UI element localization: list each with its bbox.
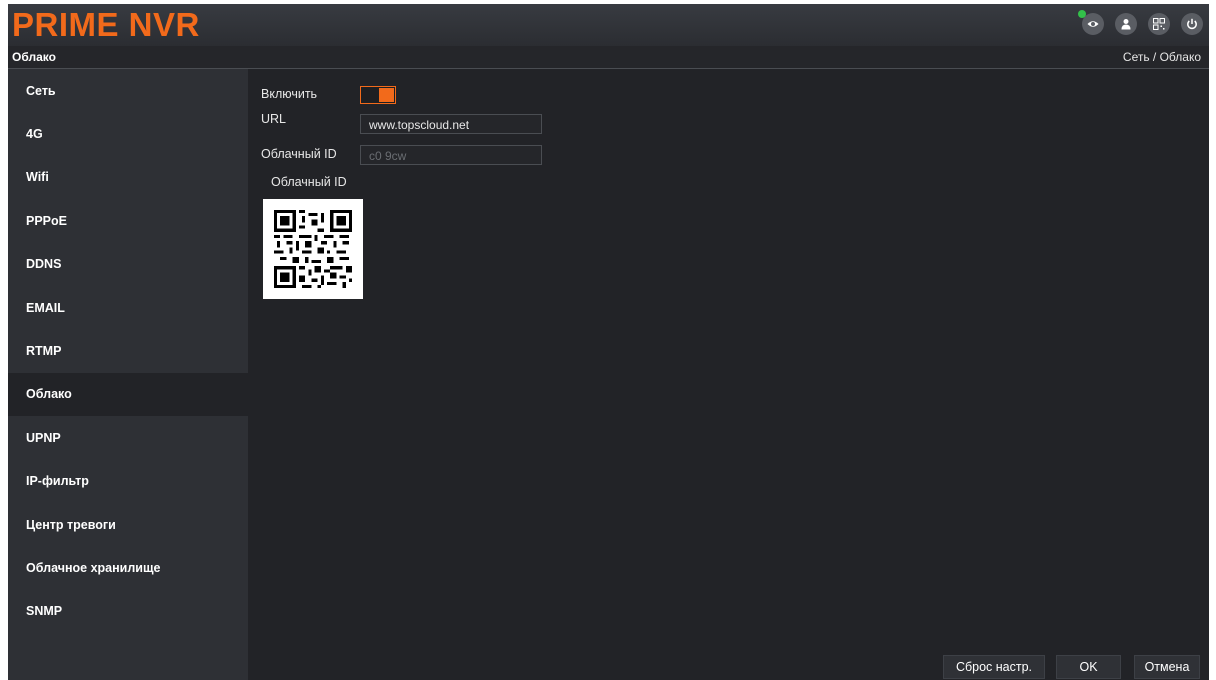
sidebar-item-label: DDNS [26, 257, 62, 272]
sidebar-item-cloud[interactable]: Облако [8, 372, 248, 417]
cloud-id-label: Облачный ID [261, 147, 337, 161]
cloud-id-qr-code [263, 199, 363, 299]
user-icon [1121, 19, 1131, 30]
sidebar-item-upnp[interactable]: UPNP [8, 416, 248, 459]
sidebar-item-label: EMAIL [26, 300, 65, 315]
eye-icon [1087, 21, 1099, 27]
top-bar: PRIME NVR [8, 4, 1209, 46]
sidebar-item-label: Центр тревоги [26, 517, 116, 532]
qr-code-icon [274, 210, 352, 288]
sidebar-item-label: Сеть [26, 83, 56, 98]
qr-icon [1153, 18, 1165, 30]
sidebar-item-label: Wifi [26, 170, 49, 185]
qr-button[interactable] [1148, 13, 1170, 35]
live-view-button[interactable] [1078, 10, 1104, 35]
sidebar-item-wifi[interactable]: Wifi [8, 156, 248, 199]
power-button[interactable] [1181, 13, 1203, 35]
sidebar-item-label: UPNP [26, 430, 61, 445]
sidebar-item-cloud-storage[interactable]: Облачное хранилище [8, 546, 248, 589]
sidebar-item-label: 4G [26, 127, 43, 142]
sidebar-item-label: RTMP [26, 344, 62, 359]
sidebar-item-ddns[interactable]: DDNS [8, 243, 248, 286]
url-field[interactable]: www.topscloud.net [360, 114, 542, 134]
toggle-knob [379, 88, 394, 102]
sidebar-item-pppoe[interactable]: PPPoE [8, 199, 248, 242]
url-label: URL [261, 112, 287, 126]
header-icons [1078, 10, 1203, 35]
breadcrumb: Сеть / Облако [1122, 50, 1201, 64]
sidebar-item-label: IP-фильтр [26, 474, 89, 489]
enable-toggle[interactable] [360, 86, 396, 104]
sidebar-item-ip-filter[interactable]: IP-фильтр [8, 460, 248, 503]
reset-button[interactable]: Сброс настр. [943, 655, 1045, 679]
sidebar-item-4g[interactable]: 4G [8, 112, 248, 155]
qr-title: Облачный ID [271, 175, 347, 189]
sidebar: Сеть 4G Wifi PPPoE DDNS EMAIL RTMP Облак… [8, 69, 248, 680]
sidebar-item-alarm-center[interactable]: Центр тревоги [8, 503, 248, 546]
user-button[interactable] [1115, 13, 1137, 35]
online-status-dot [1078, 10, 1086, 18]
sidebar-item-label: Облачное хранилище [26, 560, 161, 575]
sidebar-item-label: PPPoE [26, 213, 67, 228]
ok-button[interactable]: OK [1056, 655, 1121, 679]
sidebar-item-network[interactable]: Сеть [8, 69, 248, 112]
cancel-button[interactable]: Отмена [1134, 655, 1200, 679]
content-panel: Включить URL www.topscloud.net Облачный … [248, 69, 1209, 680]
enable-label: Включить [261, 87, 318, 101]
sidebar-item-email[interactable]: EMAIL [8, 286, 248, 329]
page-title: Облако [12, 50, 56, 64]
cloud-id-field[interactable]: c0 9cw [360, 145, 542, 165]
sidebar-item-label: SNMP [26, 604, 63, 619]
title-bar: Облако Сеть / Облако [8, 46, 1209, 69]
app-logo: PRIME NVR [12, 6, 200, 43]
sidebar-item-label: Облако [26, 387, 72, 402]
power-icon [1187, 18, 1197, 30]
sidebar-item-snmp[interactable]: SNMP [8, 590, 248, 633]
app-window: PRIME NVR Облако Сеть / Облако Сеть 4G W… [8, 4, 1209, 680]
sidebar-item-rtmp[interactable]: RTMP [8, 329, 248, 372]
